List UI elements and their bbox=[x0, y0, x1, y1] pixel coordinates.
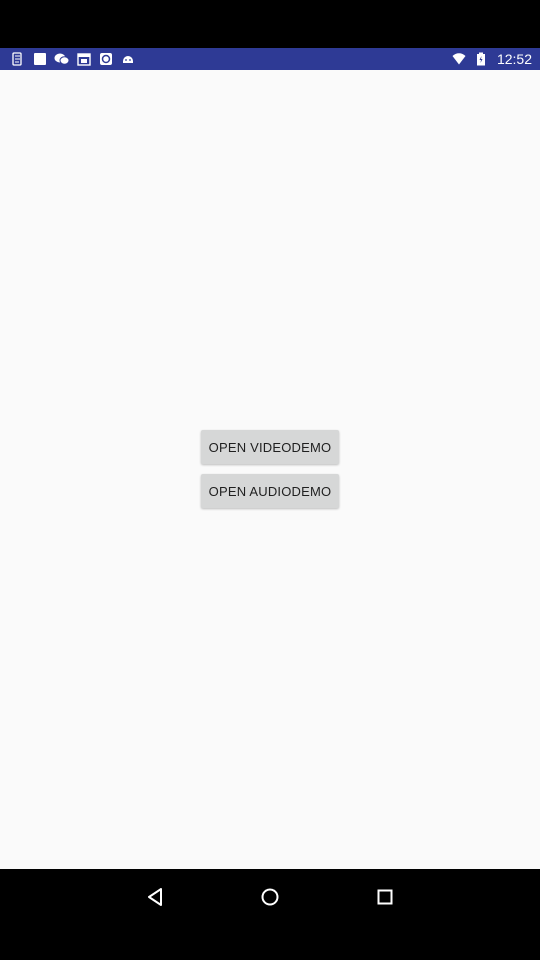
status-notifications bbox=[10, 51, 136, 67]
open-videodemo-button[interactable]: OPEN VIDEODEMO bbox=[200, 430, 340, 464]
recents-button[interactable] bbox=[365, 879, 405, 919]
home-icon bbox=[260, 887, 280, 912]
back-button[interactable] bbox=[135, 879, 175, 919]
blank-notification-icon bbox=[32, 51, 48, 67]
battery-icon bbox=[473, 51, 489, 67]
button-group: OPEN VIDEODEMO OPEN AUDIODEMO bbox=[0, 430, 540, 508]
status-system: 12:52 bbox=[451, 51, 532, 67]
main-content: OPEN VIDEODEMO OPEN AUDIODEMO bbox=[0, 70, 540, 869]
status-time: 12:52 bbox=[496, 51, 532, 67]
open-audiodemo-button[interactable]: OPEN AUDIODEMO bbox=[200, 474, 340, 508]
browser-icon bbox=[98, 51, 114, 67]
home-button[interactable] bbox=[250, 879, 290, 919]
status-bar: 12:52 bbox=[0, 48, 540, 70]
recents-icon bbox=[376, 888, 394, 911]
phone-screen: 12:52 OPEN VIDEODEMO OPEN AUDIODEMO bbox=[0, 0, 540, 960]
app-notification-icon bbox=[10, 51, 26, 67]
calendar-icon bbox=[76, 51, 92, 67]
navigation-bar bbox=[0, 869, 540, 960]
wifi-icon bbox=[451, 51, 467, 67]
wechat-icon bbox=[54, 51, 70, 67]
android-debug-icon bbox=[120, 51, 136, 67]
back-icon bbox=[146, 887, 164, 912]
top-bezel bbox=[0, 0, 540, 48]
